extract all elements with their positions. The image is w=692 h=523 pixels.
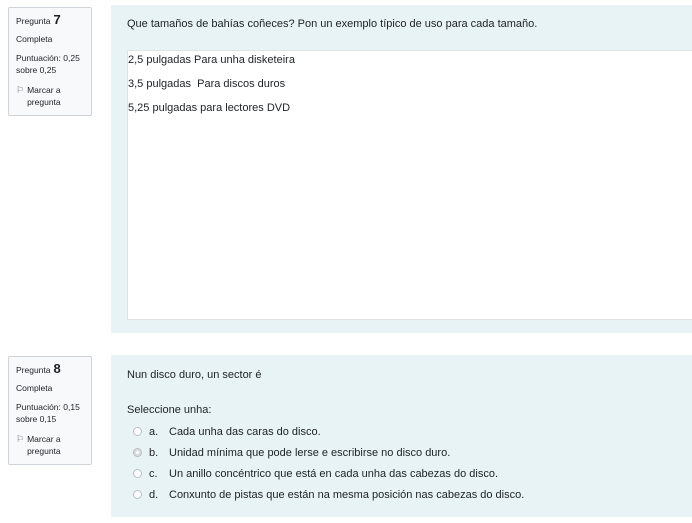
answer-option[interactable]: a. Cada unha das caras do disco. [133, 421, 524, 442]
option-text: Cada unha das caras do disco. [169, 425, 321, 438]
question-label: Pregunta [16, 365, 51, 375]
option-letter: d. [149, 488, 159, 501]
answer-option[interactable]: c. Un anillo concéntrico que está en cad… [133, 463, 524, 484]
answer-line: 2,5 pulgadas Para unha disketeira [128, 54, 295, 66]
question-number: Pregunta 7 [16, 12, 84, 27]
question-label: Pregunta [16, 16, 51, 26]
option-letter: b. [149, 446, 159, 459]
answer-options: a. Cada unha das caras do disco. b. Unid… [133, 421, 524, 505]
option-letter: a. [149, 425, 159, 438]
grade-line: sobre 0,25 [16, 65, 57, 75]
question-grade: Puntuación: 0,25 sobre 0,25 [16, 52, 84, 76]
answer-line: 5,25 pulgadas para lectores DVD [128, 102, 291, 114]
answer-line: 3,5 pulgadas Para discos duros [128, 78, 286, 90]
grade-line: Puntuación: 0,25 [16, 53, 80, 63]
flag-label: Marcar a [27, 85, 61, 95]
radio-icon[interactable] [133, 469, 142, 478]
radio-icon[interactable] [133, 490, 142, 499]
grade-line: Puntuación: 0,15 [16, 402, 80, 412]
question-7-info: Pregunta 7 Completa Puntuación: 0,25 sob… [8, 7, 92, 116]
flag-question-link[interactable]: ⚐ Marcar a pregunta [16, 433, 84, 457]
question-number-value: 7 [53, 12, 61, 27]
option-letter: c. [149, 467, 158, 480]
question-number-value: 8 [53, 361, 61, 376]
question-state: Completa [16, 34, 53, 44]
answer-option[interactable]: b. Unidad mínima que pode lerse e escrib… [133, 442, 524, 463]
question-grade: Puntuación: 0,15 sobre 0,15 [16, 401, 84, 425]
question-text: Nun disco duro, un sector é [127, 369, 262, 381]
question-8-info: Pregunta 8 Completa Puntuación: 0,15 sob… [8, 356, 92, 465]
question-8-content: Nun disco duro, un sector é Seleccione u… [111, 355, 692, 517]
flag-question-link[interactable]: ⚐ Marcar a pregunta [16, 84, 84, 108]
flag-label: Marcar a [27, 434, 61, 444]
flag-label: pregunta [27, 97, 61, 107]
flag-label: pregunta [27, 446, 61, 456]
answer-option[interactable]: d. Conxunto de pistas que están na mesma… [133, 484, 524, 505]
question-number: Pregunta 8 [16, 361, 84, 376]
option-text: Conxunto de pistas que están na mesma po… [169, 488, 525, 501]
answer-prompt: Seleccione unha: [127, 404, 212, 416]
flag-icon: ⚐ [16, 434, 25, 444]
question-text: Que tamaños de bahías coñeces? Pon un ex… [127, 18, 538, 30]
option-text: Un anillo concéntrico que está en cada u… [169, 467, 498, 480]
option-text: Unidad mínima que pode lerse e escribirs… [169, 446, 451, 459]
flag-icon: ⚐ [16, 85, 25, 95]
grade-line: sobre 0,15 [16, 414, 57, 424]
radio-icon[interactable] [133, 427, 142, 436]
radio-icon[interactable] [133, 448, 142, 457]
question-7-content: Que tamaños de bahías coñeces? Pon un ex… [111, 5, 692, 333]
essay-answer-editor[interactable]: 2,5 pulgadas Para unha disketeira 3,5 pu… [127, 50, 692, 320]
question-state: Completa [16, 383, 53, 393]
